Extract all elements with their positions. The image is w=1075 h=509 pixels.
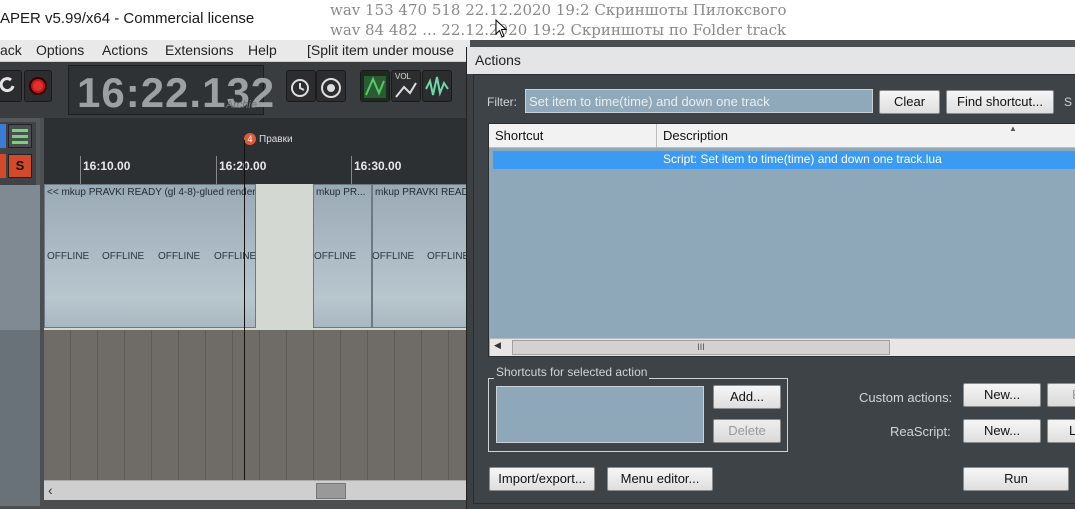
scroll-left-icon[interactable]: ‹ — [48, 482, 53, 498]
filter-input[interactable] — [525, 89, 873, 113]
filter-label: Filter: — [487, 95, 517, 109]
ruler-tick — [80, 156, 81, 184]
metronome-clock-button[interactable] — [286, 70, 316, 102]
track-control-panel: S — [0, 118, 40, 506]
window-titlebar: APER v5.99/x64 - Commercial license wav … — [0, 0, 1075, 40]
bg-row: wav 153 470 518 22.12.2020 19:2 Скриншот… — [330, 1, 787, 19]
actions-dialog-title: Actions — [475, 52, 521, 68]
shortcuts-list[interactable] — [496, 386, 704, 443]
scrollbar-thumb[interactable]: III — [512, 340, 890, 355]
repeat-icon — [0, 77, 15, 93]
ruler-tick-label: 16:30.00 — [354, 159, 402, 173]
list-horizontal-scrollbar[interactable]: ◀ III — [490, 338, 1075, 356]
menu-extensions[interactable]: Extensions — [165, 42, 233, 58]
menu-editor-button[interactable]: Menu editor... — [607, 467, 713, 491]
record-icon — [29, 77, 47, 95]
track-list-button[interactable] — [8, 124, 32, 148]
find-shortcut-button[interactable]: Find shortcut... — [946, 90, 1054, 114]
tcp-toolbar: S — [0, 122, 36, 186]
tcp-edge-button-2[interactable] — [0, 154, 6, 178]
menu-help[interactable]: Help — [248, 42, 277, 58]
run-button[interactable]: Run — [963, 467, 1069, 491]
project-marker[interactable]: 4 Правки — [244, 133, 293, 145]
volume-envelope-button[interactable]: VOL — [391, 70, 421, 102]
vol-label: VOL — [395, 72, 412, 81]
scrollbar-thumb[interactable] — [316, 483, 346, 499]
offline-label: OFFLINE — [214, 251, 257, 262]
repeat-button[interactable] — [0, 70, 22, 102]
menu-status-text: [Split item under mouse — [307, 42, 455, 58]
ruler-tick-label: 16:10.00 — [83, 159, 131, 173]
timeline-ruler[interactable] — [44, 118, 470, 184]
shortcuts-group-label: Shortcuts for selected action — [494, 365, 650, 379]
clear-button[interactable]: Clear — [879, 90, 940, 114]
sort-arrow-icon: ▲ — [1009, 124, 1017, 133]
scroll-left-arrow-icon[interactable]: ◀ — [494, 340, 501, 351]
edit-cursor[interactable] — [244, 140, 245, 480]
media-item-name: mkup PRAVKI READ — [375, 187, 469, 198]
reascript-label: ReaScript: — [890, 424, 951, 439]
offline-label: OFFLINE — [47, 251, 90, 262]
offline-label: OFFLINE — [102, 251, 145, 262]
track-lane-header-1[interactable] — [0, 185, 40, 330]
offline-label: OFFLINE — [314, 251, 357, 262]
menu-actions[interactable]: Actions — [102, 42, 148, 58]
action-description: Script: Set item to time(time) and down … — [663, 152, 942, 166]
media-item-name: mkup PR... — [316, 187, 366, 198]
offline-label: OFFLINE — [372, 251, 415, 262]
marker-label: Правки — [259, 134, 293, 145]
menu-bar: ack Options Actions Extensions Help [Spl… — [0, 40, 470, 62]
track-list-icon — [12, 129, 28, 144]
fx-envelope-button[interactable] — [422, 70, 452, 102]
import-export-button[interactable]: Import/export... — [489, 467, 595, 491]
actions-dialog-titlebar[interactable]: Actions — [467, 47, 1075, 74]
delete-shortcut-button[interactable]: Delete — [713, 419, 781, 443]
actions-list[interactable]: Shortcut Description ▲ Script: Set item … — [488, 123, 1075, 357]
track-lane-header-2[interactable] — [0, 330, 40, 506]
waveform-icon — [425, 76, 449, 97]
column-header-shortcut[interactable]: Shortcut — [489, 124, 657, 148]
menu-track[interactable]: ack — [0, 42, 22, 58]
tcp-edge-button[interactable] — [0, 124, 6, 148]
edit-custom-action-button[interactable]: E — [1047, 383, 1075, 407]
clock-icon — [291, 79, 309, 97]
transport-bar: 16:22.132 Archie VOL — [0, 62, 470, 118]
grid-button[interactable] — [316, 70, 346, 102]
ruler-tick-label: 16:20.00 — [219, 159, 267, 173]
new-reascript-button[interactable]: New... — [963, 419, 1041, 443]
new-custom-action-button[interactable]: New... — [963, 383, 1041, 407]
ruler-tick — [351, 156, 352, 184]
offline-label: OFFLINE — [427, 251, 470, 262]
offline-label: OFFLINE — [158, 251, 201, 262]
action-row-selected[interactable]: Script: Set item to time(time) and down … — [493, 151, 1075, 169]
time-display[interactable]: 16:22.132 Archie — [68, 65, 274, 116]
time-subtext: Archie — [225, 99, 257, 111]
track-envelope-icon — [364, 76, 386, 98]
ruler-tick — [216, 156, 217, 184]
load-reascript-button[interactable]: L — [1047, 419, 1075, 443]
envelope-mode-button[interactable] — [360, 70, 390, 102]
solo-button[interactable]: S — [8, 154, 32, 178]
custom-actions-label: Custom actions: — [859, 390, 953, 405]
media-item-name: << mkup PRAVKI READY (gl 4-8)-glued rend… — [47, 187, 255, 198]
section-label-partial: S — [1064, 95, 1073, 109]
gauge-icon — [321, 78, 341, 98]
add-shortcut-button[interactable]: Add... — [713, 385, 781, 409]
marker-number: 4 — [244, 133, 256, 145]
menu-options[interactable]: Options — [36, 42, 84, 58]
mouse-pointer-icon — [495, 19, 507, 38]
arrange-horizontal-scrollbar[interactable]: ‹ — [44, 480, 470, 500]
background-file-table: wav 153 470 518 22.12.2020 19:2 Скриншот… — [330, 0, 1075, 40]
track-lane-2[interactable] — [44, 330, 470, 480]
bg-row: wav 84 482 ... 22.12.2020 19:2 Скриншоты… — [330, 21, 787, 39]
record-button[interactable] — [24, 70, 52, 102]
window-title: APER v5.99/x64 - Commercial license — [0, 10, 255, 27]
